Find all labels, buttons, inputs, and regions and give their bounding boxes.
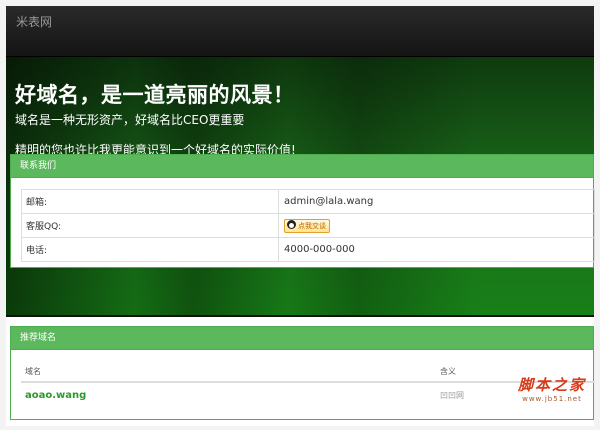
contact-panel: 联系我们 邮箱: admin@lala.wang 客服QQ: 点我交谈 电话: … — [10, 154, 595, 268]
navbar: 米表网 — [6, 6, 594, 57]
contact-row-email: 邮箱: admin@lala.wang — [21, 189, 595, 214]
qq-value-cell: 点我交谈 — [278, 213, 595, 238]
qq-chat-button[interactable]: 点我交谈 — [284, 218, 330, 233]
domain-column-header: 域名 — [21, 361, 436, 383]
phone-label: 电话: — [21, 237, 279, 262]
site-watermark: 脚本之家 www.jb51.net — [518, 374, 586, 403]
brand-link[interactable]: 米表网 — [16, 13, 52, 30]
contact-row-qq: 客服QQ: 点我交谈 — [21, 213, 595, 238]
domain-panel: 推荐域名 域名 含义 aoao.wang 凹凹网 — [10, 326, 595, 420]
contact-table: 邮箱: admin@lala.wang 客服QQ: 点我交谈 电话: 4000-… — [21, 189, 595, 262]
contact-panel-heading: 联系我们 — [11, 155, 593, 178]
watermark-url: www.jb51.net — [522, 395, 582, 403]
email-label: 邮箱: — [21, 189, 279, 214]
qq-penguin-icon — [287, 219, 296, 229]
hero-title: 好域名，是一道亮丽的风景！ — [15, 83, 295, 107]
table-row: aoao.wang 凹凹网 — [21, 382, 595, 407]
qq-chat-label: 点我交谈 — [298, 221, 326, 230]
phone-value: 4000-000-000 — [278, 237, 595, 262]
domain-table: 域名 含义 aoao.wang 凹凹网 — [21, 361, 595, 407]
hero-subtitle: 域名是一种无形资产，好域名比CEO更重要 — [15, 113, 245, 127]
email-value: admin@lala.wang — [278, 189, 595, 214]
domain-panel-heading: 推荐域名 — [11, 327, 593, 350]
watermark-text: 脚本之家 — [517, 376, 586, 394]
domain-name-link[interactable]: aoao.wang — [21, 382, 436, 407]
contact-row-phone: 电话: 4000-000-000 — [21, 237, 595, 262]
qq-label: 客服QQ: — [21, 213, 279, 238]
domain-table-header: 域名 含义 — [21, 361, 595, 383]
